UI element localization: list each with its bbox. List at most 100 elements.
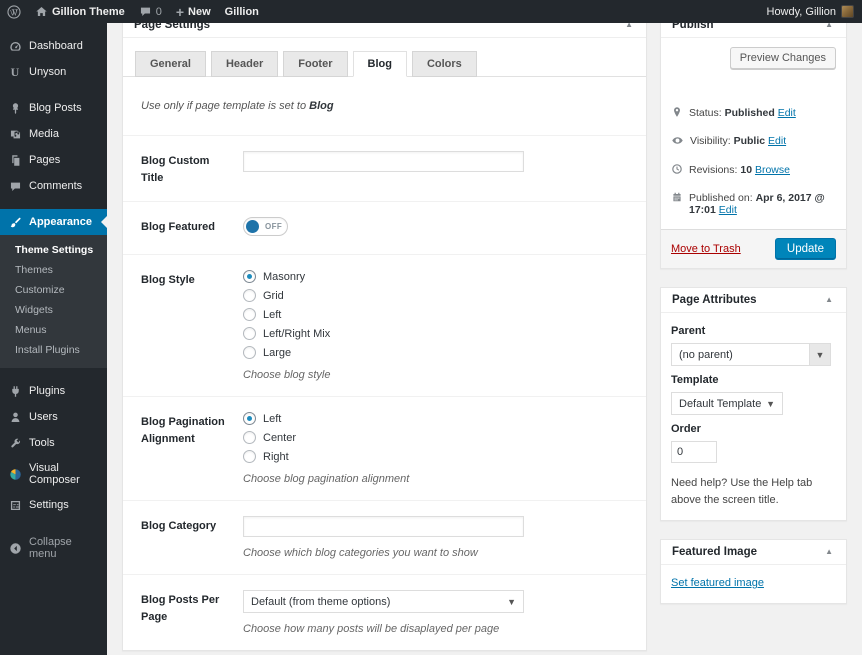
sidebar-item-blog-posts[interactable]: Blog Posts [0, 95, 107, 121]
order-input[interactable] [671, 441, 717, 463]
radio-button[interactable] [243, 270, 256, 283]
plug-icon [8, 384, 22, 398]
tab-footer[interactable]: Footer [283, 51, 347, 77]
tab-general[interactable]: General [135, 51, 206, 77]
radio-button[interactable] [243, 412, 256, 425]
submenu-item-theme-settings[interactable]: Theme Settings [0, 240, 107, 260]
settings-icon [8, 498, 22, 512]
collapse-menu-button[interactable]: Collapse menu [0, 530, 107, 566]
radio-button[interactable] [243, 327, 256, 340]
sidebar-item-plugins[interactable]: Plugins [0, 378, 107, 404]
blog-style-help: Choose blog style [243, 369, 628, 381]
blog-posts-per-page-label: Blog Posts Per Page [141, 590, 227, 635]
collapse-panel-icon[interactable]: ▲ [823, 294, 835, 306]
blog-custom-title-input[interactable] [243, 151, 524, 172]
sidebar-item-media[interactable]: Media [0, 121, 107, 147]
radio-option-pagination-center[interactable]: Center [243, 431, 628, 444]
tab-blog[interactable]: Blog [353, 51, 407, 77]
blog-pagination-label: Blog Pagination Alignment [141, 412, 227, 485]
note-bold: Blog [309, 100, 333, 112]
radio-button[interactable] [243, 308, 256, 321]
radio-button[interactable] [243, 450, 256, 463]
blog-posts-per-page-select[interactable]: Default (from theme options) ▼ [243, 590, 524, 613]
radio-option-left-right-mix[interactable]: Left/Right Mix [243, 327, 628, 340]
sidebar-item-unyson[interactable]: U Unyson [0, 59, 107, 85]
featured-image-body: Set featured image [661, 565, 846, 603]
sidebar-item-dashboard[interactable]: Dashboard [0, 33, 107, 59]
featured-image-header: Featured Image ▲ [661, 540, 846, 565]
parent-label: Parent [671, 325, 836, 337]
page-attributes-title: Page Attributes [672, 294, 757, 306]
parent-select[interactable]: (no parent) ▼ [671, 343, 831, 366]
template-select[interactable]: Default Template ▼ [671, 392, 783, 415]
sidebar-item-settings[interactable]: Settings [0, 492, 107, 518]
preview-changes-button[interactable]: Preview Changes [730, 47, 836, 69]
site-name-menu[interactable]: Gillion Theme [28, 0, 132, 23]
radio-option-pagination-right[interactable]: Right [243, 450, 628, 463]
my-account-menu[interactable]: Howdy, Gillion [759, 5, 862, 18]
radio-option-large[interactable]: Large [243, 346, 628, 359]
radio-button[interactable] [243, 431, 256, 444]
media-icon [8, 127, 22, 141]
main-column: Page Settings ▲ General Header Footer Bl… [122, 12, 647, 655]
blog-category-row: Blog Category Choose which blog categori… [123, 501, 646, 575]
avatar [841, 5, 854, 18]
status-edit-link[interactable]: Edit [778, 107, 796, 119]
radio-button[interactable] [243, 289, 256, 302]
blog-category-input[interactable] [243, 516, 524, 537]
sidebar-item-users[interactable]: Users [0, 404, 107, 430]
sidebar-item-label: Blog Posts [29, 102, 82, 114]
radio-label: Center [263, 432, 296, 444]
sidebar-item-appearance[interactable]: Appearance [0, 209, 107, 235]
status-row: Status: Published Edit [671, 69, 836, 128]
sidebar-item-visual-composer[interactable]: Visual Composer [0, 456, 107, 492]
radio-option-grid[interactable]: Grid [243, 289, 628, 302]
blog-pagination-row: Blog Pagination Alignment Left Center Ri… [123, 397, 646, 501]
sidebar-item-tools[interactable]: Tools [0, 430, 107, 456]
gillion-menu[interactable]: Gillion [218, 0, 266, 23]
comments-menu[interactable]: 0 [132, 0, 169, 23]
submenu-item-install-plugins[interactable]: Install Plugins [0, 340, 107, 360]
appearance-submenu: Theme Settings Themes Customize Widgets … [0, 235, 107, 368]
blog-featured-row: Blog Featured OFF [123, 202, 646, 255]
site-name: Gillion Theme [52, 6, 125, 18]
submenu-item-menus[interactable]: Menus [0, 320, 107, 340]
chevron-down-icon: ▼ [809, 344, 830, 365]
wordpress-logo-icon [7, 5, 21, 19]
sidebar-item-label: Dashboard [29, 40, 83, 52]
new-menu[interactable]: + New [169, 0, 218, 23]
side-column: Publish ▲ Preview Changes Status: Publis… [660, 12, 847, 655]
page-attributes-help: Need help? Use the Help tab above the sc… [671, 475, 836, 508]
page-settings-panel: Page Settings ▲ General Header Footer Bl… [122, 12, 647, 651]
visibility-value: Public [734, 135, 766, 147]
sidebar-item-comments[interactable]: Comments [0, 173, 107, 199]
radio-option-left[interactable]: Left [243, 308, 628, 321]
submenu-item-themes[interactable]: Themes [0, 260, 107, 280]
tab-colors[interactable]: Colors [412, 51, 477, 77]
sidebar-item-pages[interactable]: Pages [0, 147, 107, 173]
radio-option-pagination-left[interactable]: Left [243, 412, 628, 425]
collapse-panel-icon[interactable]: ▲ [823, 546, 835, 558]
wordpress-logo-menu[interactable] [0, 0, 28, 23]
submenu-item-customize[interactable]: Customize [0, 280, 107, 300]
blog-featured-toggle[interactable]: OFF [243, 217, 288, 236]
published-on-edit-link[interactable]: Edit [719, 204, 737, 216]
submenu-item-widgets[interactable]: Widgets [0, 300, 107, 320]
comments-count: 0 [156, 6, 162, 18]
update-button[interactable]: Update [775, 238, 836, 260]
revisions-browse-link[interactable]: Browse [755, 164, 790, 176]
publish-body: Preview Changes Status: Published Edit V… [661, 38, 846, 229]
chevron-down-icon: ▼ [507, 597, 516, 607]
move-to-trash-link[interactable]: Move to Trash [671, 243, 741, 255]
set-featured-image-link[interactable]: Set featured image [671, 577, 764, 589]
admin-sidebar: Dashboard U Unyson Blog Posts Media Page… [0, 23, 107, 655]
tab-header[interactable]: Header [211, 51, 278, 77]
radio-button[interactable] [243, 346, 256, 359]
radio-option-masonry[interactable]: Masonry [243, 270, 628, 283]
blog-category-help: Choose which blog categories you want to… [243, 547, 628, 559]
radio-label: Large [263, 347, 291, 359]
radio-label: Left/Right Mix [263, 328, 330, 340]
visibility-edit-link[interactable]: Edit [768, 135, 786, 147]
revisions-label: Revisions: [689, 164, 737, 176]
revisions-value: 10 [740, 164, 752, 176]
